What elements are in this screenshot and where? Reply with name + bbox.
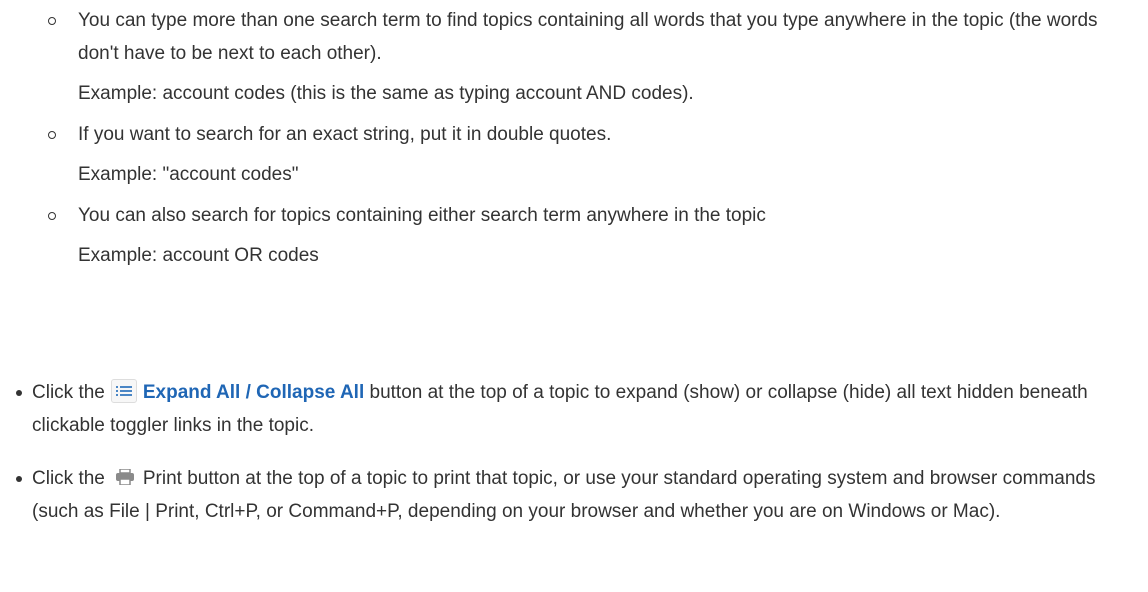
expand-collapse-all-link[interactable]: Expand All / Collapse All bbox=[143, 382, 364, 403]
circle-bullet-icon bbox=[48, 17, 56, 25]
disc-bullet-icon bbox=[16, 390, 22, 396]
list-item-text: You can also search for topics containin… bbox=[78, 205, 766, 226]
circle-bullet-icon bbox=[48, 131, 56, 139]
list-item-example: Example: account OR codes bbox=[78, 245, 319, 266]
list-item: You can type more than one search term t… bbox=[42, 4, 1142, 110]
list-icon[interactable] bbox=[110, 378, 137, 403]
text-prefix: Click the bbox=[32, 468, 105, 489]
list-item-text: If you want to search for an exact strin… bbox=[78, 124, 612, 145]
list-item-example: Example: "account codes" bbox=[78, 164, 299, 185]
list-item-text: Click the Expand All / Collapse All butto… bbox=[32, 376, 1142, 442]
list-item: You can also search for topics containin… bbox=[42, 199, 1142, 272]
circle-bullet-icon bbox=[48, 212, 56, 220]
list-item: If you want to search for an exact strin… bbox=[42, 118, 1142, 191]
list-item-text: Click the Print button at the top of a to… bbox=[32, 462, 1142, 528]
text-prefix: Click the bbox=[32, 382, 105, 403]
disc-bullet-icon bbox=[16, 476, 22, 482]
list-item-text: You can type more than one search term t… bbox=[78, 10, 1098, 64]
topic-tips-list: Click the Expand All / Collapse All butto… bbox=[12, 376, 1142, 548]
text-suffix: Print button at the top of a topic to pr… bbox=[32, 468, 1096, 522]
list-item-expand-all: Click the Expand All / Collapse All butto… bbox=[12, 376, 1142, 442]
list-item-example: Example: account codes (this is the same… bbox=[78, 83, 694, 104]
help-topic-page: You can type more than one search term t… bbox=[0, 0, 1148, 592]
list-item-print: Click the Print button at the top of a to… bbox=[12, 462, 1142, 528]
search-tips-list: You can type more than one search term t… bbox=[42, 4, 1142, 280]
print-icon[interactable] bbox=[110, 464, 137, 489]
